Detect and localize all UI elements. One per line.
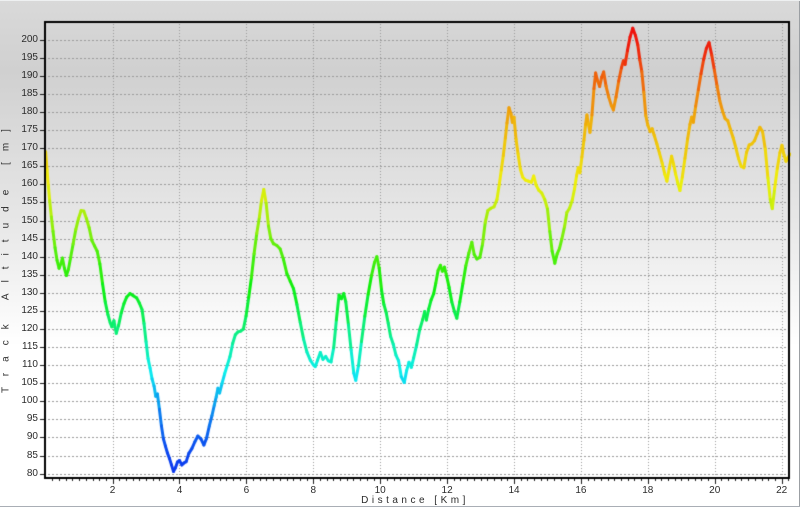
x-tick-label-10: 10 bbox=[365, 486, 395, 496]
x-tick-label-20: 20 bbox=[700, 486, 730, 496]
y-tick-label-80: 80 bbox=[4, 469, 38, 479]
x-axis-title: Distance [Km] bbox=[0, 495, 800, 506]
y-tick-label-195: 195 bbox=[4, 53, 38, 63]
y-tick-label-185: 185 bbox=[4, 89, 38, 99]
y-tick-label-130: 130 bbox=[4, 288, 38, 298]
y-tick-label-145: 145 bbox=[4, 234, 38, 244]
y-tick-label-110: 110 bbox=[4, 360, 38, 370]
y-tick-label-150: 150 bbox=[4, 216, 38, 226]
x-tick-label-16: 16 bbox=[566, 486, 596, 496]
x-tick-label-6: 6 bbox=[231, 486, 261, 496]
elevation-profile-chart bbox=[0, 1, 800, 509]
y-tick-label-165: 165 bbox=[4, 161, 38, 171]
y-tick-label-85: 85 bbox=[4, 451, 38, 461]
x-tick-label-18: 18 bbox=[633, 486, 663, 496]
y-tick-label-200: 200 bbox=[4, 35, 38, 45]
y-tick-label-175: 175 bbox=[4, 125, 38, 135]
x-tick-label-12: 12 bbox=[432, 486, 462, 496]
x-tick-label-2: 2 bbox=[98, 486, 128, 496]
y-tick-label-95: 95 bbox=[4, 414, 38, 424]
x-tick-label-14: 14 bbox=[499, 486, 529, 496]
y-tick-label-90: 90 bbox=[4, 432, 38, 442]
y-tick-label-135: 135 bbox=[4, 270, 38, 280]
x-tick-label-8: 8 bbox=[298, 486, 328, 496]
y-tick-label-100: 100 bbox=[4, 396, 38, 406]
y-tick-label-170: 170 bbox=[4, 143, 38, 153]
y-tick-label-105: 105 bbox=[4, 378, 38, 388]
y-tick-label-190: 190 bbox=[4, 71, 38, 81]
y-tick-label-125: 125 bbox=[4, 306, 38, 316]
y-tick-label-120: 120 bbox=[4, 324, 38, 334]
y-tick-label-180: 180 bbox=[4, 107, 38, 117]
x-tick-label-4: 4 bbox=[164, 486, 194, 496]
y-tick-label-160: 160 bbox=[4, 179, 38, 189]
y-tick-label-155: 155 bbox=[4, 197, 38, 207]
bottom-separator-line bbox=[0, 506, 800, 507]
y-tick-label-140: 140 bbox=[4, 252, 38, 262]
y-tick-label-115: 115 bbox=[4, 342, 38, 352]
x-tick-label-22: 22 bbox=[767, 486, 797, 496]
elevation-profile-panel: Track Altitude [m] Distance [Km] 8085909… bbox=[0, 0, 800, 509]
